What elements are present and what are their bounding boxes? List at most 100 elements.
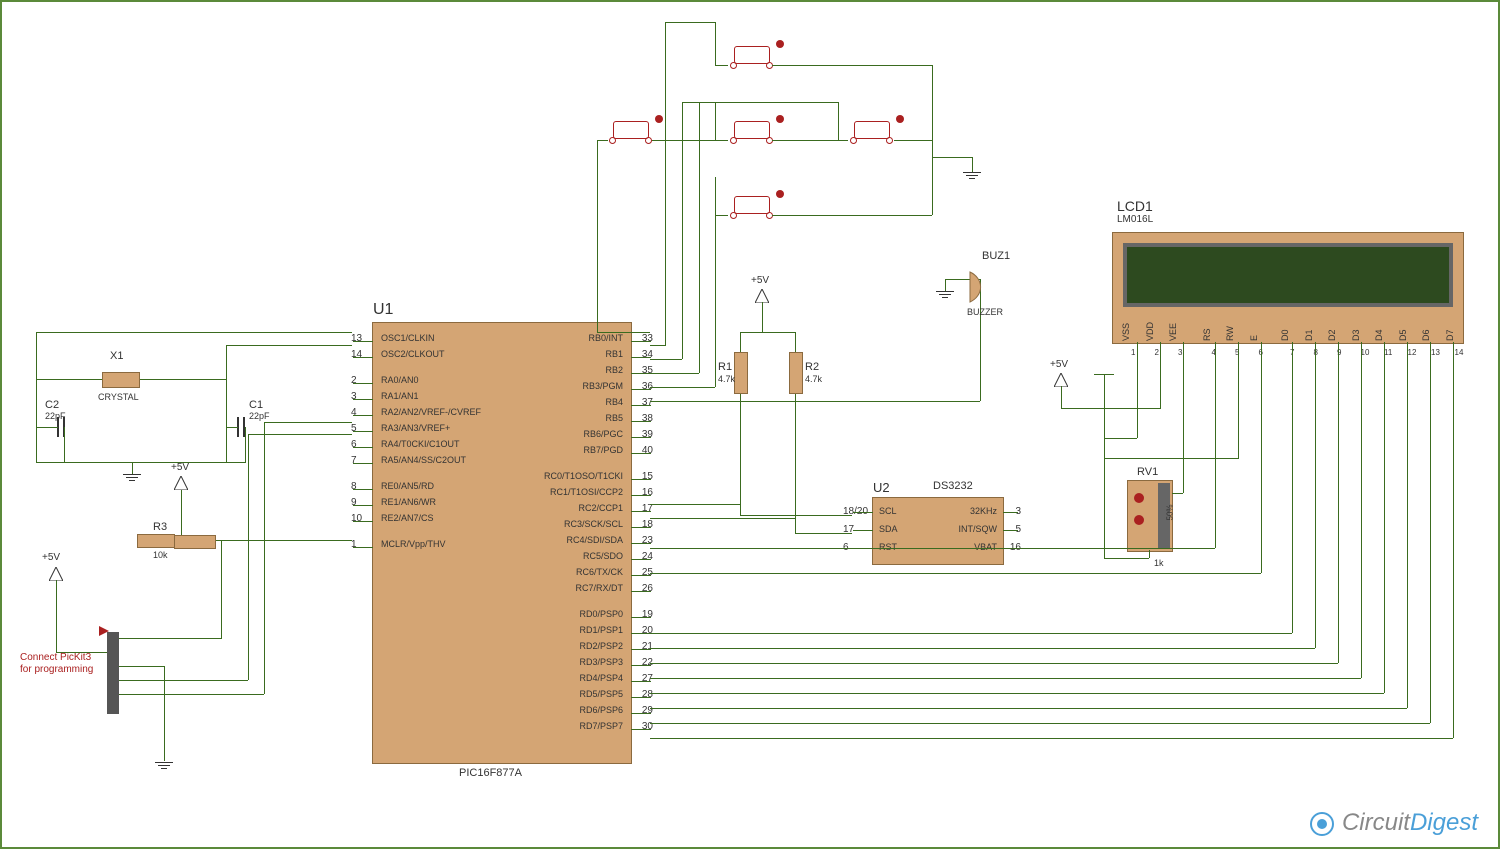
c1-val: 22pF bbox=[249, 411, 270, 421]
x1-ref: X1 bbox=[110, 350, 123, 362]
wire bbox=[1104, 438, 1137, 439]
wire bbox=[715, 215, 728, 216]
lcd1-part: LM016L bbox=[1117, 214, 1153, 225]
resistor-r3 bbox=[137, 534, 175, 548]
v5-label: +5V bbox=[751, 275, 769, 286]
wire bbox=[1061, 386, 1062, 408]
wire bbox=[1104, 374, 1105, 558]
resistor-r2 bbox=[789, 352, 803, 394]
wire bbox=[650, 738, 1453, 739]
wire bbox=[1215, 342, 1216, 548]
wire bbox=[650, 708, 1407, 709]
chip-u2: U2 DS3232 18/20 SCL 17 SDA 6 RST 3 32KHz… bbox=[872, 497, 1004, 565]
logo-icon bbox=[1309, 811, 1335, 837]
wire bbox=[650, 678, 1361, 679]
wire bbox=[264, 422, 352, 423]
vcc-arrow-icon bbox=[1054, 373, 1068, 387]
wire bbox=[699, 102, 700, 373]
wire bbox=[894, 140, 932, 141]
wire bbox=[1183, 342, 1184, 493]
r1-ref: R1 bbox=[718, 361, 732, 373]
r3-ref: R3 bbox=[153, 521, 167, 533]
v5-label: +5V bbox=[171, 462, 189, 473]
wire bbox=[1453, 342, 1454, 738]
wire bbox=[1149, 550, 1150, 558]
wire bbox=[1261, 342, 1262, 573]
buzzer-icon bbox=[962, 267, 1002, 307]
wire bbox=[650, 548, 1215, 549]
wire bbox=[64, 427, 65, 462]
wire bbox=[650, 723, 1430, 724]
c1-ref: C1 bbox=[249, 399, 263, 411]
wire bbox=[772, 140, 848, 141]
wire bbox=[245, 427, 246, 462]
schematic-canvas: U1 PIC16F877A 13 OSC1/CLKIN 14 OSC2/CLKO… bbox=[0, 0, 1500, 849]
wire bbox=[650, 345, 666, 346]
wire bbox=[56, 652, 107, 653]
c2-ref: C2 bbox=[45, 399, 59, 411]
pin1-marker-icon bbox=[99, 626, 109, 636]
logo-text1: Circuit bbox=[1342, 809, 1410, 836]
wire bbox=[740, 394, 741, 515]
wire bbox=[1094, 374, 1114, 375]
wire bbox=[650, 573, 1261, 574]
wire bbox=[132, 462, 133, 474]
wire bbox=[932, 157, 972, 158]
wire bbox=[715, 215, 716, 387]
wire bbox=[715, 140, 728, 141]
wire bbox=[1104, 458, 1239, 459]
wire bbox=[650, 648, 1315, 649]
wire bbox=[264, 422, 265, 694]
wire bbox=[597, 140, 608, 141]
wire bbox=[740, 515, 852, 516]
wire bbox=[715, 22, 716, 65]
wire bbox=[682, 102, 683, 359]
wire bbox=[36, 379, 102, 380]
wire bbox=[226, 345, 227, 462]
wire bbox=[1137, 342, 1138, 438]
u2-ref: U2 bbox=[873, 480, 890, 495]
wire bbox=[1238, 342, 1239, 458]
resistor-r3 bbox=[174, 535, 216, 549]
logo-text2: Digest bbox=[1410, 809, 1478, 836]
wire bbox=[1384, 342, 1385, 693]
r3-val: 10k bbox=[153, 550, 168, 560]
wire bbox=[740, 504, 741, 515]
wire bbox=[1430, 342, 1431, 723]
v5-label: +5V bbox=[42, 552, 60, 563]
buz1-ref: BUZ1 bbox=[982, 250, 1010, 262]
wire bbox=[715, 177, 716, 215]
wire bbox=[216, 540, 352, 541]
wire bbox=[795, 533, 852, 534]
wire bbox=[650, 373, 699, 374]
wire bbox=[36, 332, 37, 462]
x1-val: CRYSTAL bbox=[98, 392, 139, 402]
wire bbox=[972, 157, 973, 172]
resistor-r1 bbox=[734, 352, 748, 394]
wire bbox=[119, 638, 222, 639]
wire bbox=[181, 490, 182, 540]
vcc-arrow-icon bbox=[174, 476, 188, 490]
c2-val: 22pF bbox=[45, 411, 66, 421]
wire bbox=[740, 332, 795, 333]
rv1-wiper: 50% bbox=[1166, 504, 1175, 520]
wire bbox=[248, 434, 249, 680]
wire bbox=[650, 663, 1338, 664]
pickit-note1: Connect PicKit3 bbox=[20, 652, 91, 663]
wire bbox=[665, 22, 666, 345]
u1-ref: U1 bbox=[373, 301, 393, 319]
wire bbox=[699, 102, 838, 103]
wire bbox=[795, 394, 796, 534]
wire bbox=[226, 345, 352, 346]
wire bbox=[119, 666, 164, 667]
wire bbox=[140, 379, 226, 380]
u1-part: PIC16F877A bbox=[459, 767, 522, 779]
lcd-lcd1: VSS 1VDD 2VEE 3RS 4RW 5E 6D0 7D1 8D2 9D3… bbox=[1112, 232, 1464, 344]
logo-circuitdigest: CircuitDigest bbox=[1309, 809, 1478, 837]
wire bbox=[762, 302, 763, 332]
wire bbox=[772, 65, 932, 66]
wire bbox=[795, 332, 796, 352]
wire bbox=[665, 22, 715, 23]
chip-u1: U1 PIC16F877A 13 OSC1/CLKIN 14 OSC2/CLKO… bbox=[372, 322, 632, 764]
wire bbox=[650, 359, 682, 360]
